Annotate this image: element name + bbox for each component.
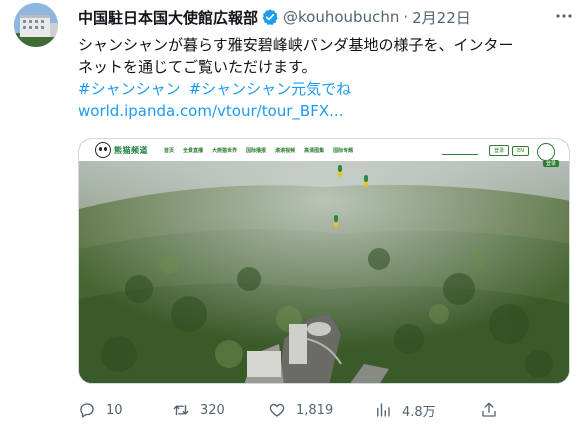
panda-base-aerial-image	[79, 139, 569, 383]
tweet-text: シャンシャンが暮らす雅安碧峰峡パンダ基地の様子を、インター ネットを通じてご覧い…	[78, 34, 572, 122]
timestamp[interactable]: 2月22日	[412, 7, 471, 28]
tour-hotspot-marker[interactable]: ​	[333, 215, 339, 228]
analytics-icon	[377, 403, 390, 417]
tweet[interactable]: 中国駐日本国大使館広報部 @kouhoubuchn · 2月22日 シャンシャン…	[0, 0, 584, 428]
retweet-icon	[173, 404, 189, 416]
site-nav-item[interactable]: 高清图集	[304, 147, 324, 154]
reply-button[interactable]: 10	[78, 398, 123, 422]
handle[interactable]: @kouhoubuchn	[283, 8, 399, 26]
site-navbar: 熊猫频道 首页 全景直播 大熊猫世界 国际播报 滚滚视频 高清图集 国际专题 登…	[79, 139, 569, 161]
panda-icon	[95, 142, 111, 158]
hotspot-tag: ​	[338, 165, 342, 172]
views-count: 4.8万	[402, 404, 436, 420]
hotspot-pin-icon	[333, 223, 339, 228]
site-search-input[interactable]	[442, 147, 479, 155]
site-nav-item[interactable]: 首页	[164, 147, 174, 154]
share-button[interactable]	[480, 398, 498, 422]
views-button[interactable]: 4.8万	[374, 398, 436, 422]
site-login-button[interactable]: 登录	[489, 145, 510, 156]
site-nav-right: 登录 EN	[442, 145, 529, 156]
site-nav-item[interactable]: 国际播报	[246, 147, 266, 154]
avatar[interactable]	[14, 3, 58, 47]
tour-hotspot-marker[interactable]: ​	[337, 165, 343, 178]
site-nav-item[interactable]: 国际专题	[333, 147, 353, 154]
site-nav-items: 首页 全景直播 大熊猫世界 国际播报 滚滚视频 高清图集 国际专题	[164, 147, 362, 154]
like-count: 1,819	[296, 402, 334, 418]
url-link[interactable]: world.ipanda.com/vtour/tour_BFX...	[78, 100, 572, 122]
embassy-building-icon	[14, 3, 58, 47]
ipanda-logo[interactable]: 熊猫频道	[95, 141, 148, 159]
media-card[interactable]: 熊猫频道 首页 全景直播 大熊猫世界 国际播报 滚滚视频 高清图集 国际专题 登…	[78, 138, 570, 384]
site-nav-item[interactable]: 大熊猫世界	[212, 147, 237, 154]
heart-icon	[269, 403, 285, 417]
hotspot-tag: ​	[364, 175, 368, 182]
tweet-text-line: シャンシャンが暮らす雅安碧峰峡パンダ基地の様子を、インター	[78, 36, 514, 54]
reply-icon	[80, 403, 94, 418]
tweet-actions: 10 320 1,819 4.8万	[78, 398, 572, 422]
retweet-count: 320	[200, 402, 225, 418]
site-nav-item[interactable]: 全景直播	[183, 147, 203, 154]
hashtag-link[interactable]: #シャンシャン	[78, 80, 181, 98]
tweet-header: 中国駐日本国大使館広報部 @kouhoubuchn · 2月22日	[78, 6, 471, 28]
panda-avatar-icon[interactable]	[537, 143, 555, 161]
retweet-button[interactable]: 320	[172, 398, 225, 422]
separator: ·	[403, 8, 409, 26]
display-name[interactable]: 中国駐日本国大使館広報部	[78, 7, 258, 28]
logo-text: 熊猫频道	[114, 145, 148, 155]
site-language-button[interactable]: EN	[512, 145, 529, 156]
reply-count: 10	[106, 402, 123, 418]
site-nav-item[interactable]: 滚滚视频	[275, 147, 295, 154]
tweet-text-line: ネットを通じてご覧いただけます。	[78, 58, 317, 76]
share-icon	[482, 402, 496, 417]
user-label[interactable]: 登录	[542, 160, 559, 167]
hotspot-pin-icon	[337, 173, 343, 178]
hashtags: #シャンシャン #シャンシャン元気でね	[78, 78, 572, 100]
hotspot-tag: ​	[334, 215, 338, 222]
like-button[interactable]: 1,819	[268, 398, 333, 422]
hotspot-pin-icon	[363, 183, 369, 188]
verified-badge-icon	[261, 8, 279, 26]
hashtag-link[interactable]: #シャンシャン元気でね	[189, 80, 352, 98]
tour-hotspot-marker[interactable]: ​	[363, 175, 369, 188]
more-options-icon[interactable]	[554, 6, 574, 26]
